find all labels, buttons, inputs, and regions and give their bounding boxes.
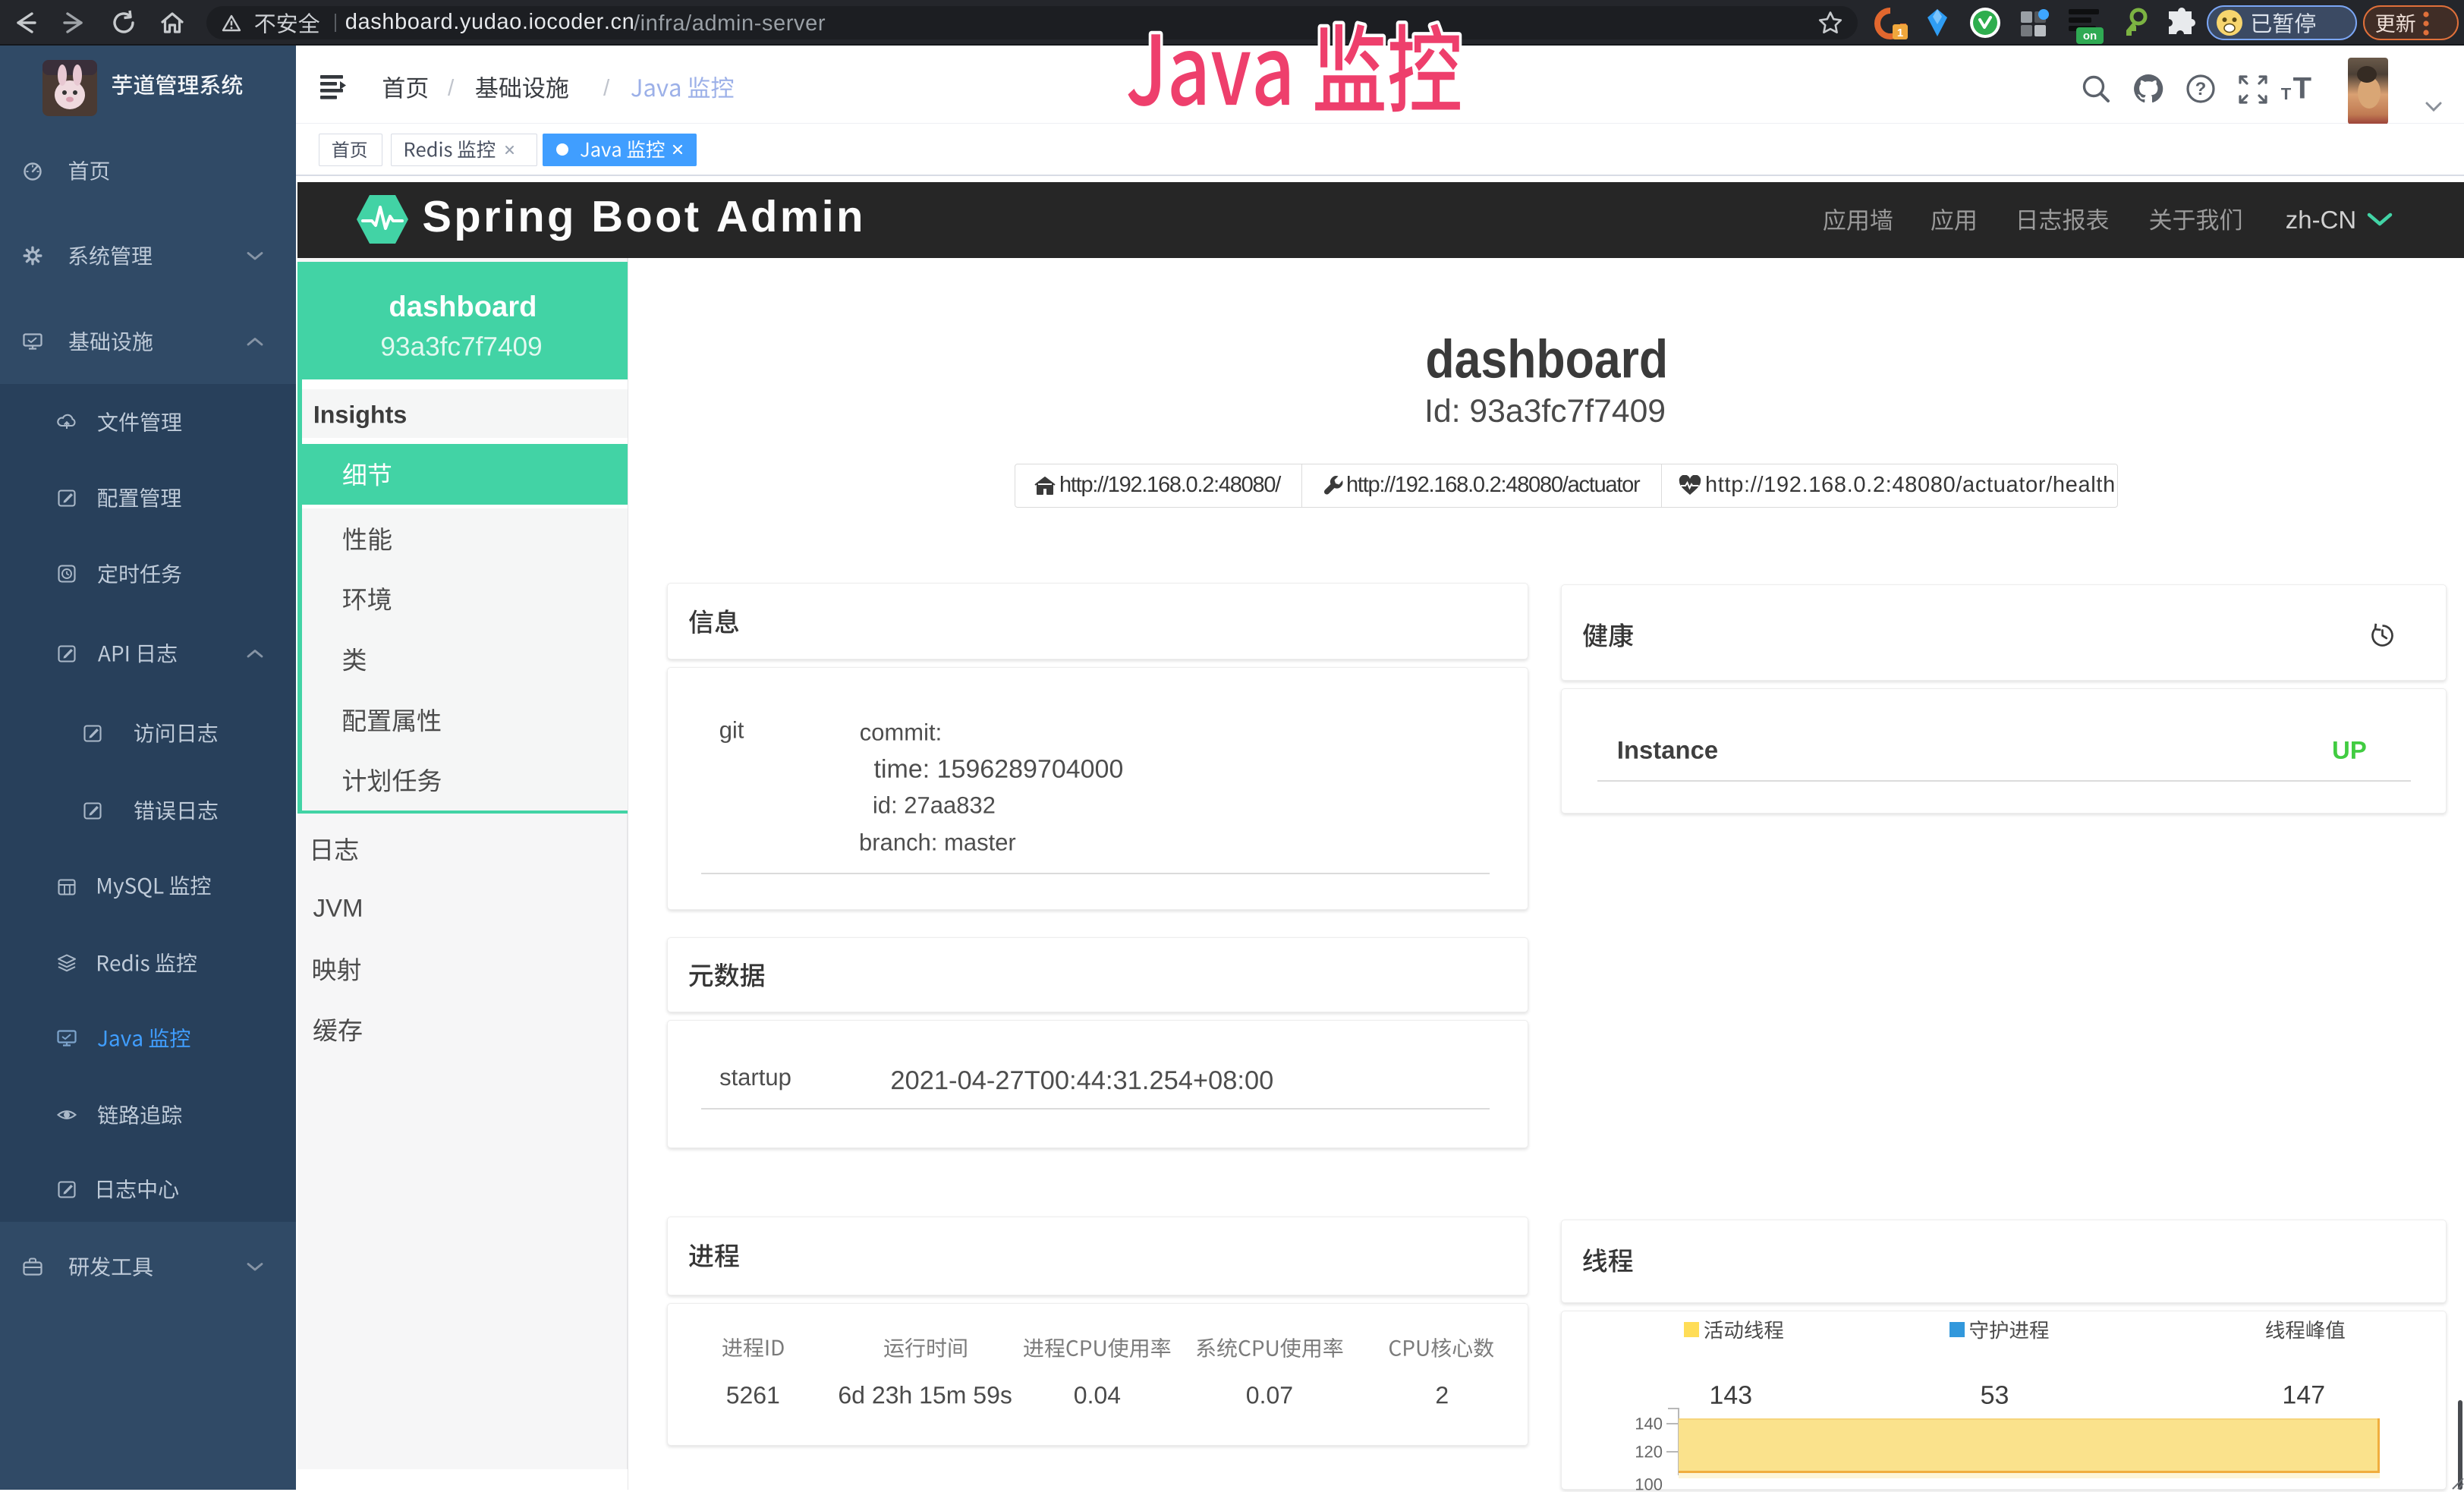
svg-text:1: 1 xyxy=(1897,27,1903,39)
svg-text:?: ? xyxy=(2195,79,2207,99)
svg-text:on: on xyxy=(2083,30,2097,42)
